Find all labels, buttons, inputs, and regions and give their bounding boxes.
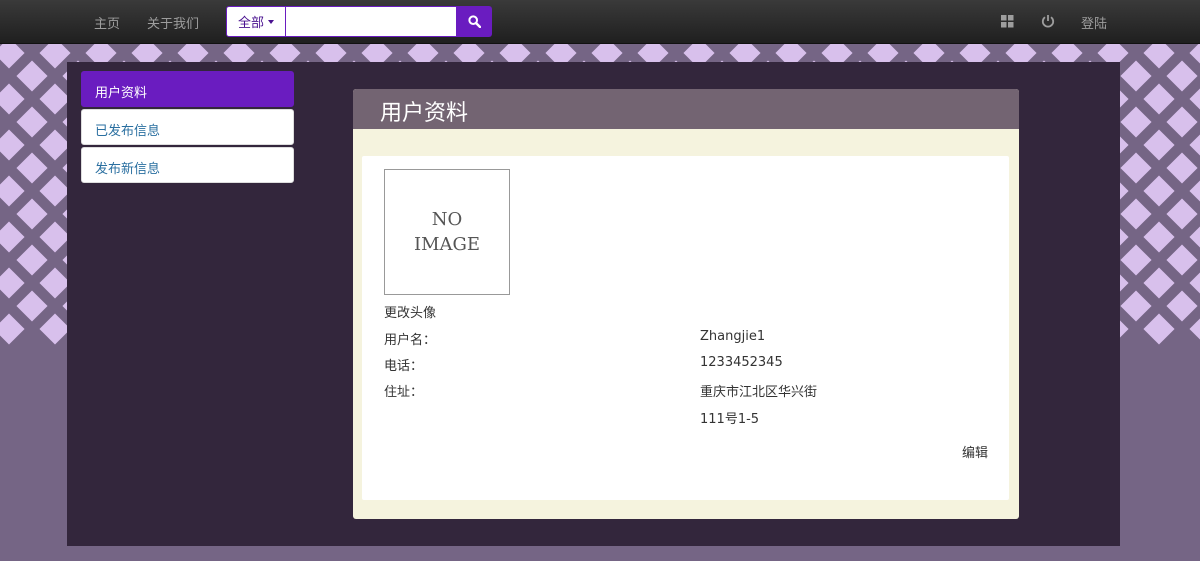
avatar-text-line2: IMAGE [413, 234, 481, 255]
avatar-text-line1: NO [431, 209, 463, 230]
sidebar-item-label: 已发布信息 [95, 124, 161, 139]
pattern-diamond [0, 267, 25, 299]
pattern-diamond [1120, 106, 1152, 138]
pattern-diamond [16, 244, 48, 276]
pattern-diamond [1143, 129, 1175, 161]
address-label: 住址： [384, 385, 424, 400]
pattern-diamond [0, 44, 25, 69]
pattern-diamond [39, 313, 71, 345]
power-icon[interactable] [1041, 14, 1055, 32]
nav-home-link[interactable]: 主页 [94, 13, 120, 32]
pattern-diamond [1143, 44, 1175, 69]
avatar-placeholder: NO IMAGE [384, 169, 510, 295]
pattern-diamond [1120, 198, 1152, 230]
pattern-diamond [39, 44, 71, 69]
sidebar-item-published[interactable]: 已发布信息 [81, 109, 294, 145]
pattern-diamond [0, 313, 25, 345]
username-value: Zhangjie1 [700, 329, 766, 344]
pattern-diamond [1143, 267, 1175, 299]
address-value: 重庆市江北区华兴街 [700, 385, 818, 400]
pattern-diamond [39, 267, 71, 299]
top-navbar: 主页 关于我们 全部 登陆 [0, 0, 1200, 44]
nav-about-link[interactable]: 关于我们 [147, 13, 199, 32]
pattern-diamond [16, 106, 48, 138]
pattern-diamond [1189, 175, 1200, 207]
search-bar: 全部 [226, 6, 492, 37]
pattern-diamond [1166, 106, 1198, 138]
pattern-diamond [16, 60, 48, 92]
phone-value: 1233452345 [700, 355, 783, 370]
sidebar-item-label: 发布新信息 [95, 162, 161, 177]
pattern-diamond [1166, 152, 1198, 184]
search-category-dropdown[interactable]: 全部 [226, 6, 286, 37]
pattern-diamond [1143, 175, 1175, 207]
chevron-down-icon [268, 19, 274, 24]
sidebar-item-new-post[interactable]: 发布新信息 [81, 147, 294, 183]
pattern-diamond [1189, 83, 1200, 115]
username-label: 用户名： [384, 333, 437, 348]
search-input[interactable] [286, 6, 457, 37]
sidebar-item-profile[interactable]: 用户资料 [81, 71, 294, 107]
pattern-diamond [1120, 152, 1152, 184]
pattern-diamond [1143, 221, 1175, 253]
panel-title: 用户资料 [353, 89, 1019, 129]
pattern-diamond [0, 129, 25, 161]
pattern-diamond [39, 129, 71, 161]
main-container: 用户资料 已发布信息 发布新信息 用户资料 NO IMAGE 更改头像 用户名：… [67, 62, 1120, 546]
address-value-line2: 111号1-5 [700, 412, 760, 427]
login-link[interactable]: 登陆 [1081, 13, 1107, 32]
grid-icon[interactable] [1001, 15, 1014, 32]
pattern-diamond [1120, 290, 1152, 322]
search-icon [468, 15, 481, 28]
pattern-diamond [1189, 129, 1200, 161]
pattern-diamond [1120, 244, 1152, 276]
profile-card: NO IMAGE 更改头像 用户名： Zhangjie1 电话： 1233452… [362, 156, 1009, 500]
pattern-diamond [1166, 244, 1198, 276]
pattern-diamond [1189, 44, 1200, 69]
pattern-diamond [16, 152, 48, 184]
pattern-diamond [1166, 60, 1198, 92]
sidebar-item-label: 用户资料 [95, 86, 148, 101]
profile-panel: 用户资料 NO IMAGE 更改头像 用户名： Zhangjie1 电话： 12… [353, 89, 1019, 519]
pattern-diamond [39, 175, 71, 207]
pattern-diamond [16, 290, 48, 322]
phone-label: 电话： [384, 359, 424, 374]
search-category-label: 全部 [237, 16, 264, 31]
pattern-diamond [1166, 198, 1198, 230]
pattern-diamond [1143, 313, 1175, 345]
pattern-diamond [1120, 60, 1152, 92]
pattern-diamond [1189, 267, 1200, 299]
pattern-diamond [39, 221, 71, 253]
pattern-diamond [1189, 313, 1200, 345]
pattern-diamond [16, 198, 48, 230]
pattern-diamond [0, 175, 25, 207]
change-avatar-link[interactable]: 更改头像 [384, 302, 436, 321]
search-button[interactable] [457, 6, 492, 37]
pattern-diamond [0, 83, 25, 115]
pattern-diamond [0, 221, 25, 253]
pattern-diamond [1166, 290, 1198, 322]
edit-link[interactable]: 编辑 [962, 442, 988, 461]
pattern-diamond [1189, 221, 1200, 253]
pattern-diamond [1143, 83, 1175, 115]
pattern-diamond [39, 83, 71, 115]
